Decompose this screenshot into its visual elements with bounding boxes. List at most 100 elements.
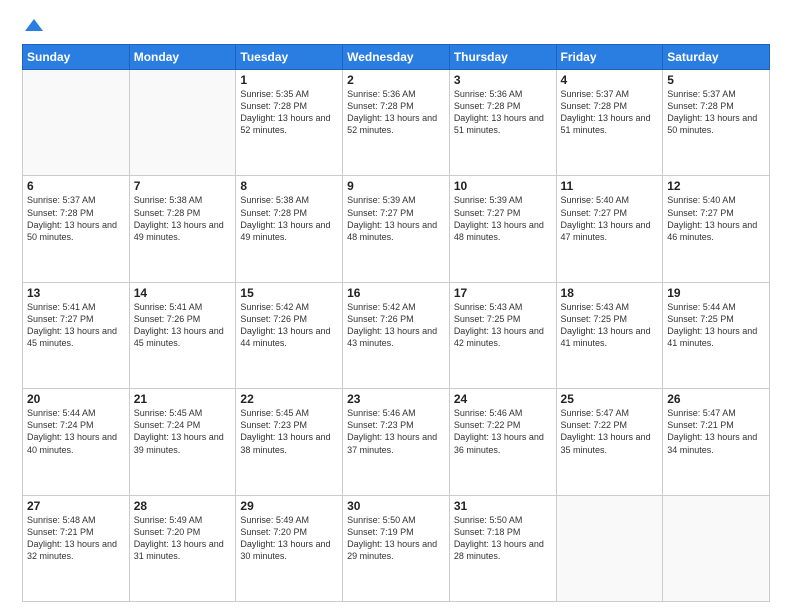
day-number: 27	[27, 499, 125, 513]
day-number: 8	[240, 179, 338, 193]
day-info: Sunrise: 5:49 AM Sunset: 7:20 PM Dayligh…	[134, 514, 232, 563]
day-info: Sunrise: 5:49 AM Sunset: 7:20 PM Dayligh…	[240, 514, 338, 563]
day-number: 18	[561, 286, 659, 300]
day-info: Sunrise: 5:44 AM Sunset: 7:24 PM Dayligh…	[27, 407, 125, 456]
day-number: 7	[134, 179, 232, 193]
calendar-cell: 4Sunrise: 5:37 AM Sunset: 7:28 PM Daylig…	[556, 70, 663, 176]
weekday-header-sunday: Sunday	[23, 45, 130, 70]
calendar-header-row: SundayMondayTuesdayWednesdayThursdayFrid…	[23, 45, 770, 70]
weekday-header-thursday: Thursday	[449, 45, 556, 70]
calendar-cell: 7Sunrise: 5:38 AM Sunset: 7:28 PM Daylig…	[129, 176, 236, 282]
day-number: 28	[134, 499, 232, 513]
calendar-cell: 16Sunrise: 5:42 AM Sunset: 7:26 PM Dayli…	[343, 282, 450, 388]
calendar-cell: 9Sunrise: 5:39 AM Sunset: 7:27 PM Daylig…	[343, 176, 450, 282]
calendar-cell: 19Sunrise: 5:44 AM Sunset: 7:25 PM Dayli…	[663, 282, 770, 388]
logo	[22, 18, 43, 34]
day-info: Sunrise: 5:46 AM Sunset: 7:22 PM Dayligh…	[454, 407, 552, 456]
calendar-week-2: 6Sunrise: 5:37 AM Sunset: 7:28 PM Daylig…	[23, 176, 770, 282]
calendar-cell: 26Sunrise: 5:47 AM Sunset: 7:21 PM Dayli…	[663, 389, 770, 495]
calendar-cell: 14Sunrise: 5:41 AM Sunset: 7:26 PM Dayli…	[129, 282, 236, 388]
day-info: Sunrise: 5:45 AM Sunset: 7:24 PM Dayligh…	[134, 407, 232, 456]
day-info: Sunrise: 5:39 AM Sunset: 7:27 PM Dayligh…	[454, 194, 552, 243]
day-number: 1	[240, 73, 338, 87]
day-number: 21	[134, 392, 232, 406]
calendar-cell: 12Sunrise: 5:40 AM Sunset: 7:27 PM Dayli…	[663, 176, 770, 282]
day-info: Sunrise: 5:43 AM Sunset: 7:25 PM Dayligh…	[454, 301, 552, 350]
day-number: 17	[454, 286, 552, 300]
page: SundayMondayTuesdayWednesdayThursdayFrid…	[0, 0, 792, 612]
weekday-header-tuesday: Tuesday	[236, 45, 343, 70]
day-info: Sunrise: 5:46 AM Sunset: 7:23 PM Dayligh…	[347, 407, 445, 456]
calendar-cell: 2Sunrise: 5:36 AM Sunset: 7:28 PM Daylig…	[343, 70, 450, 176]
calendar-cell: 15Sunrise: 5:42 AM Sunset: 7:26 PM Dayli…	[236, 282, 343, 388]
calendar-cell: 5Sunrise: 5:37 AM Sunset: 7:28 PM Daylig…	[663, 70, 770, 176]
calendar-cell: 6Sunrise: 5:37 AM Sunset: 7:28 PM Daylig…	[23, 176, 130, 282]
calendar-cell	[23, 70, 130, 176]
calendar-week-4: 20Sunrise: 5:44 AM Sunset: 7:24 PM Dayli…	[23, 389, 770, 495]
calendar-cell	[556, 495, 663, 601]
day-info: Sunrise: 5:40 AM Sunset: 7:27 PM Dayligh…	[561, 194, 659, 243]
day-info: Sunrise: 5:42 AM Sunset: 7:26 PM Dayligh…	[347, 301, 445, 350]
calendar-cell: 21Sunrise: 5:45 AM Sunset: 7:24 PM Dayli…	[129, 389, 236, 495]
day-info: Sunrise: 5:47 AM Sunset: 7:21 PM Dayligh…	[667, 407, 765, 456]
day-info: Sunrise: 5:48 AM Sunset: 7:21 PM Dayligh…	[27, 514, 125, 563]
calendar-cell: 8Sunrise: 5:38 AM Sunset: 7:28 PM Daylig…	[236, 176, 343, 282]
day-info: Sunrise: 5:47 AM Sunset: 7:22 PM Dayligh…	[561, 407, 659, 456]
calendar-cell: 22Sunrise: 5:45 AM Sunset: 7:23 PM Dayli…	[236, 389, 343, 495]
day-info: Sunrise: 5:41 AM Sunset: 7:26 PM Dayligh…	[134, 301, 232, 350]
day-number: 29	[240, 499, 338, 513]
day-number: 23	[347, 392, 445, 406]
day-number: 19	[667, 286, 765, 300]
header	[22, 18, 770, 34]
day-info: Sunrise: 5:50 AM Sunset: 7:19 PM Dayligh…	[347, 514, 445, 563]
calendar-cell: 29Sunrise: 5:49 AM Sunset: 7:20 PM Dayli…	[236, 495, 343, 601]
day-info: Sunrise: 5:50 AM Sunset: 7:18 PM Dayligh…	[454, 514, 552, 563]
calendar-cell: 3Sunrise: 5:36 AM Sunset: 7:28 PM Daylig…	[449, 70, 556, 176]
day-number: 4	[561, 73, 659, 87]
day-info: Sunrise: 5:43 AM Sunset: 7:25 PM Dayligh…	[561, 301, 659, 350]
calendar-cell: 17Sunrise: 5:43 AM Sunset: 7:25 PM Dayli…	[449, 282, 556, 388]
day-info: Sunrise: 5:41 AM Sunset: 7:27 PM Dayligh…	[27, 301, 125, 350]
logo-icon	[25, 16, 43, 34]
day-number: 12	[667, 179, 765, 193]
day-number: 2	[347, 73, 445, 87]
day-info: Sunrise: 5:37 AM Sunset: 7:28 PM Dayligh…	[561, 88, 659, 137]
day-number: 26	[667, 392, 765, 406]
calendar-week-5: 27Sunrise: 5:48 AM Sunset: 7:21 PM Dayli…	[23, 495, 770, 601]
day-number: 5	[667, 73, 765, 87]
day-number: 22	[240, 392, 338, 406]
day-number: 13	[27, 286, 125, 300]
day-info: Sunrise: 5:40 AM Sunset: 7:27 PM Dayligh…	[667, 194, 765, 243]
day-number: 20	[27, 392, 125, 406]
weekday-header-monday: Monday	[129, 45, 236, 70]
day-info: Sunrise: 5:42 AM Sunset: 7:26 PM Dayligh…	[240, 301, 338, 350]
calendar-body: 1Sunrise: 5:35 AM Sunset: 7:28 PM Daylig…	[23, 70, 770, 602]
calendar-cell: 24Sunrise: 5:46 AM Sunset: 7:22 PM Dayli…	[449, 389, 556, 495]
day-number: 25	[561, 392, 659, 406]
weekday-header-saturday: Saturday	[663, 45, 770, 70]
day-info: Sunrise: 5:44 AM Sunset: 7:25 PM Dayligh…	[667, 301, 765, 350]
calendar-week-1: 1Sunrise: 5:35 AM Sunset: 7:28 PM Daylig…	[23, 70, 770, 176]
day-info: Sunrise: 5:45 AM Sunset: 7:23 PM Dayligh…	[240, 407, 338, 456]
day-number: 3	[454, 73, 552, 87]
day-info: Sunrise: 5:35 AM Sunset: 7:28 PM Dayligh…	[240, 88, 338, 137]
calendar-week-3: 13Sunrise: 5:41 AM Sunset: 7:27 PM Dayli…	[23, 282, 770, 388]
calendar-cell: 13Sunrise: 5:41 AM Sunset: 7:27 PM Dayli…	[23, 282, 130, 388]
day-number: 6	[27, 179, 125, 193]
day-number: 14	[134, 286, 232, 300]
day-info: Sunrise: 5:36 AM Sunset: 7:28 PM Dayligh…	[454, 88, 552, 137]
weekday-header-wednesday: Wednesday	[343, 45, 450, 70]
calendar-table: SundayMondayTuesdayWednesdayThursdayFrid…	[22, 44, 770, 602]
day-info: Sunrise: 5:38 AM Sunset: 7:28 PM Dayligh…	[134, 194, 232, 243]
calendar-cell: 28Sunrise: 5:49 AM Sunset: 7:20 PM Dayli…	[129, 495, 236, 601]
calendar-cell: 30Sunrise: 5:50 AM Sunset: 7:19 PM Dayli…	[343, 495, 450, 601]
day-number: 9	[347, 179, 445, 193]
day-info: Sunrise: 5:37 AM Sunset: 7:28 PM Dayligh…	[27, 194, 125, 243]
calendar-cell: 27Sunrise: 5:48 AM Sunset: 7:21 PM Dayli…	[23, 495, 130, 601]
calendar-cell	[129, 70, 236, 176]
day-number: 24	[454, 392, 552, 406]
calendar-cell: 18Sunrise: 5:43 AM Sunset: 7:25 PM Dayli…	[556, 282, 663, 388]
calendar-cell: 25Sunrise: 5:47 AM Sunset: 7:22 PM Dayli…	[556, 389, 663, 495]
day-number: 16	[347, 286, 445, 300]
day-info: Sunrise: 5:37 AM Sunset: 7:28 PM Dayligh…	[667, 88, 765, 137]
